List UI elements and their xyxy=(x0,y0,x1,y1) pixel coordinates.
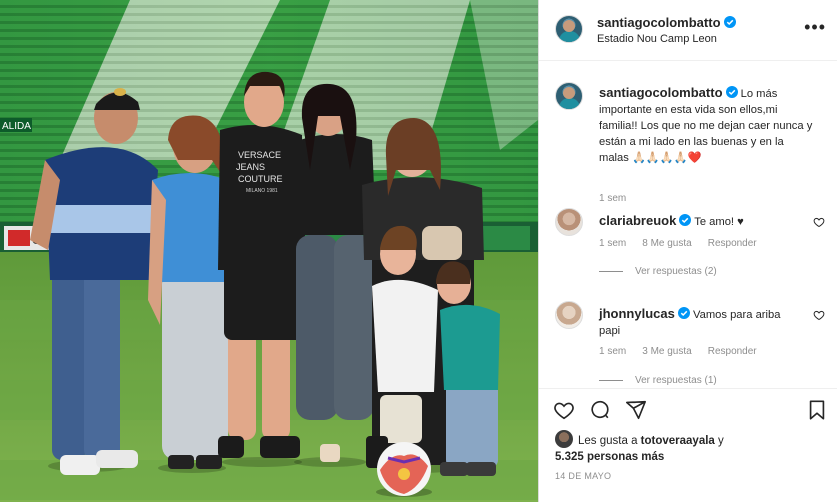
view-replies-label[interactable]: Ver respuestas (1) xyxy=(635,375,717,386)
likes-count[interactable]: 5.325 personas más xyxy=(555,451,664,463)
comment-text: clariabreuok Te amo! ♥ xyxy=(599,213,799,230)
verified-badge-icon xyxy=(679,214,692,226)
author-username[interactable]: santiagocolombatto xyxy=(597,15,736,30)
comment-likes[interactable]: 8 Me gusta xyxy=(642,238,691,249)
liked-by-username[interactable]: totoveraayala xyxy=(641,435,715,447)
replies-divider xyxy=(599,379,623,381)
comment-icon[interactable] xyxy=(589,399,611,421)
post-sidebar: santiagocolombatto Estadio Nou Camp Leon… xyxy=(538,0,837,502)
shirt-text-1: VERSACE xyxy=(238,150,281,160)
author-avatar[interactable] xyxy=(555,15,583,43)
likes-prefix: Les gusta a xyxy=(578,435,641,447)
comment-likes[interactable]: 3 Me gusta xyxy=(642,346,691,357)
likes-middle: y xyxy=(714,435,724,447)
commenter-avatar[interactable] xyxy=(555,208,583,236)
more-options-icon[interactable]: ••• xyxy=(804,18,826,36)
view-replies-label[interactable]: Ver respuestas (2) xyxy=(635,266,717,277)
save-bookmark-icon[interactable] xyxy=(806,399,828,421)
post-location[interactable]: Estadio Nou Camp Leon xyxy=(597,33,717,45)
comment-meta: 1 sem 8 Me gusta Responder xyxy=(599,238,773,249)
person-sister-1 xyxy=(294,83,376,467)
verified-badge-icon xyxy=(677,307,690,319)
comment-time[interactable]: 1 sem xyxy=(599,238,626,249)
comment-like-icon[interactable] xyxy=(813,309,825,321)
comment-body: Te amo! ♥ xyxy=(694,216,744,228)
comment-text: jhonnylucas Vamos para ariba papi xyxy=(599,306,799,339)
commenter-avatar[interactable] xyxy=(555,301,583,329)
post-actions: Les gusta a totoveraayala y 5.325 persona… xyxy=(539,388,837,502)
like-heart-icon[interactable] xyxy=(553,399,575,421)
shirt-text-3: COUTURE xyxy=(238,174,283,184)
verified-badge-icon xyxy=(725,86,738,98)
caption-text: santiagocolombatto Lo más importante en … xyxy=(599,85,813,166)
liker-avatar[interactable] xyxy=(555,430,573,448)
reply-button[interactable]: Responder xyxy=(708,346,757,357)
shirt-text-2: JEANS xyxy=(236,162,265,172)
caption-avatar[interactable] xyxy=(555,82,583,110)
post-photo[interactable]: ALIDA CA xyxy=(0,0,538,502)
verified-badge-icon xyxy=(723,16,736,28)
stadium-signage: ALIDA xyxy=(2,121,31,132)
post-date[interactable]: 14 DE MAYO xyxy=(555,471,611,481)
share-icon[interactable] xyxy=(625,399,647,421)
author-username-text[interactable]: santiagocolombatto xyxy=(597,15,721,30)
replies-divider xyxy=(599,270,623,272)
comments-list[interactable]: santiagocolombatto Lo más importante en … xyxy=(539,62,837,387)
comment-like-icon[interactable] xyxy=(813,216,825,228)
commenter-username[interactable]: clariabreuok xyxy=(599,213,676,228)
commenter-username[interactable]: jhonnylucas xyxy=(599,306,675,321)
reply-button[interactable]: Responder xyxy=(708,238,757,249)
caption-username[interactable]: santiagocolombatto xyxy=(599,85,723,100)
view-replies-button[interactable]: Ver respuestas (1) xyxy=(599,375,717,386)
comment-meta: 1 sem 3 Me gusta Responder xyxy=(599,346,773,357)
caption-timestamp[interactable]: 1 sem xyxy=(599,193,626,204)
shirt-text-4: MILANO 1981 xyxy=(246,188,278,194)
likes-summary[interactable]: Les gusta a totoveraayala y 5.325 persona… xyxy=(555,430,825,465)
view-replies-button[interactable]: Ver respuestas (2) xyxy=(599,266,717,277)
post-header: santiagocolombatto Estadio Nou Camp Leon… xyxy=(539,0,837,61)
comment-time[interactable]: 1 sem xyxy=(599,346,626,357)
